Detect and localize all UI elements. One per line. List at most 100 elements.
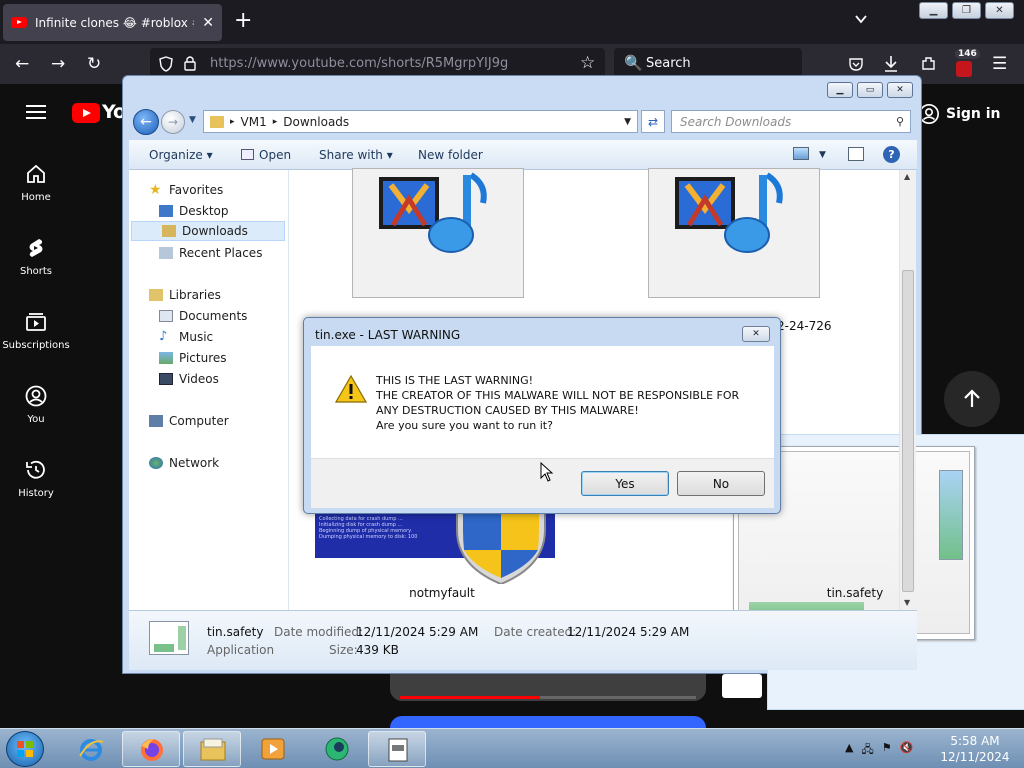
breadcrumb-downloads[interactable]: Downloads bbox=[283, 115, 349, 129]
scroll-up-icon[interactable]: ▲ bbox=[904, 172, 910, 181]
channel-thumbnail[interactable] bbox=[722, 674, 762, 698]
recent-pages-icon[interactable]: ▼ bbox=[189, 115, 196, 125]
browser-tab[interactable]: Infinite clones 😂 #roblox #roblox ✕ bbox=[3, 4, 222, 41]
nav-network[interactable]: Network bbox=[149, 453, 219, 473]
taskbar-app-green[interactable] bbox=[308, 731, 366, 767]
action-center-flag-icon[interactable]: ⚑ bbox=[882, 741, 892, 760]
nav-recent-places[interactable]: Recent Places bbox=[159, 243, 262, 263]
sidebar-label: Home bbox=[21, 192, 51, 203]
ublock-icon[interactable] bbox=[956, 61, 972, 77]
sidebar-item-history[interactable]: History bbox=[0, 458, 72, 499]
system-clock[interactable]: 5:58 AM 12/11/2024 bbox=[940, 733, 1010, 765]
open-button[interactable]: Open bbox=[241, 148, 291, 162]
explorer-search-input[interactable]: Search Downloads ⚲ bbox=[671, 110, 911, 133]
explorer-close-button[interactable]: ✕ bbox=[887, 82, 913, 98]
windows-taskbar: ▲ 🖧 ⚑ 🔇 5:58 AM 12/11/2024 bbox=[0, 728, 1024, 768]
explorer-address-bar[interactable]: ▸ VM1 ▸ Downloads ▼ bbox=[203, 110, 638, 133]
breadcrumb-separator-icon: ▸ bbox=[230, 116, 235, 127]
close-tab-icon[interactable]: ✕ bbox=[202, 15, 214, 31]
new-folder-button[interactable]: New folder bbox=[418, 148, 483, 162]
hamburger-menu-icon[interactable]: ☰ bbox=[992, 54, 1007, 74]
sidebar-item-home[interactable]: Home bbox=[0, 162, 72, 203]
nav-libraries[interactable]: Libraries bbox=[149, 285, 221, 305]
sidebar-label: Subscriptions bbox=[2, 340, 70, 351]
dialog-line-4: Are you sure you want to run it? bbox=[376, 419, 553, 432]
volume-muted-icon[interactable]: 🔇 bbox=[900, 741, 914, 760]
dialog-message: THIS IS THE LAST WARNING! THE CREATOR OF… bbox=[376, 373, 739, 433]
nav-music[interactable]: ♪ Music bbox=[159, 327, 213, 347]
explorer-minimize-button[interactable]: ▁ bbox=[827, 82, 853, 98]
list-all-tabs-icon[interactable] bbox=[854, 12, 868, 26]
extensions-puzzle-icon[interactable] bbox=[920, 55, 937, 72]
file-thumbnail-video[interactable] bbox=[352, 168, 524, 298]
sign-in-button[interactable]: Sign in bbox=[918, 98, 1018, 130]
start-button[interactable] bbox=[6, 731, 44, 767]
shield-icon[interactable] bbox=[158, 56, 174, 72]
share-with-button[interactable]: Share with ▾ bbox=[319, 148, 393, 162]
search-icon[interactable]: ⚲ bbox=[896, 115, 904, 128]
change-view-icon[interactable] bbox=[793, 147, 809, 160]
explorer-details-pane: tin.safety Application Date modified: 12… bbox=[129, 610, 917, 670]
url-text: https://www.youtube.com/shorts/R5MgrpYIJ… bbox=[210, 56, 509, 71]
network-tray-icon[interactable]: 🖧 bbox=[861, 741, 873, 760]
nav-computer[interactable]: Computer bbox=[149, 411, 229, 431]
nav-computer-label: Computer bbox=[169, 414, 229, 428]
scrollbar-thumb[interactable] bbox=[902, 270, 914, 592]
back-arrow-icon[interactable]: ← bbox=[15, 54, 29, 74]
folder-icon bbox=[210, 115, 224, 128]
yes-button[interactable]: Yes bbox=[581, 471, 669, 496]
documents-icon bbox=[159, 310, 173, 322]
warning-icon bbox=[335, 375, 367, 403]
previous-short-button[interactable] bbox=[944, 371, 1000, 427]
nav-documents[interactable]: Documents bbox=[159, 306, 247, 326]
nav-downloads[interactable]: Downloads bbox=[131, 221, 285, 241]
nav-pictures[interactable]: Pictures bbox=[159, 348, 227, 368]
explorer-maximize-button[interactable]: ▭ bbox=[857, 82, 883, 98]
application-window-icon bbox=[388, 738, 408, 762]
open-label: Open bbox=[259, 148, 292, 162]
nav-desktop[interactable]: Desktop bbox=[159, 201, 229, 221]
subscriptions-icon bbox=[26, 313, 46, 331]
explorer-vertical-scrollbar[interactable]: ▲ ▼ bbox=[899, 170, 916, 610]
pocket-icon[interactable] bbox=[848, 56, 864, 72]
explorer-back-button[interactable]: ← bbox=[133, 109, 159, 135]
no-button[interactable]: No bbox=[677, 471, 765, 496]
view-options-dropdown-icon[interactable]: ▼ bbox=[819, 150, 826, 160]
minimize-button[interactable]: ▁ bbox=[919, 2, 948, 19]
taskbar-internet-explorer[interactable] bbox=[62, 731, 120, 767]
taskbar-tin-exe[interactable] bbox=[368, 731, 426, 767]
youtube-logo-icon[interactable] bbox=[72, 103, 100, 123]
video-progress-remaining[interactable] bbox=[540, 696, 696, 699]
bookmark-star-icon[interactable]: ☆ bbox=[580, 53, 595, 73]
lock-icon[interactable] bbox=[183, 55, 197, 72]
new-tab-button[interactable]: + bbox=[234, 9, 252, 33]
scroll-down-icon[interactable]: ▼ bbox=[904, 598, 910, 607]
reload-icon[interactable]: ↻ bbox=[87, 54, 101, 74]
dialog-close-button[interactable]: ✕ bbox=[742, 326, 770, 342]
taskbar-firefox[interactable] bbox=[122, 731, 180, 767]
nav-videos[interactable]: Videos bbox=[159, 369, 219, 389]
sidebar-item-subscriptions[interactable]: Subscriptions bbox=[0, 310, 72, 351]
close-window-button[interactable]: ✕ bbox=[985, 2, 1014, 19]
forward-arrow-icon[interactable]: → bbox=[51, 54, 65, 74]
explorer-refresh-button[interactable]: ⇄ bbox=[641, 110, 665, 133]
network-icon bbox=[149, 457, 163, 469]
sidebar-item-shorts[interactable]: Shorts bbox=[0, 236, 72, 277]
preview-pane-icon[interactable] bbox=[848, 147, 864, 161]
address-dropdown-icon[interactable]: ▼ bbox=[624, 117, 631, 127]
video-progress-played[interactable] bbox=[400, 696, 540, 699]
help-icon[interactable]: ? bbox=[883, 146, 900, 163]
breadcrumb-vm1[interactable]: VM1 bbox=[241, 115, 267, 129]
organize-button[interactable]: Organize ▾ bbox=[149, 148, 213, 162]
taskbar-media-player[interactable] bbox=[244, 731, 302, 767]
explorer-forward-button[interactable]: → bbox=[161, 110, 185, 134]
nav-favorites[interactable]: ★ Favorites bbox=[149, 180, 223, 200]
taskbar-explorer[interactable] bbox=[183, 731, 241, 767]
sidebar-item-you[interactable]: You bbox=[0, 384, 72, 425]
file-thumbnail-video-2[interactable] bbox=[648, 168, 820, 298]
shorts-icon bbox=[29, 239, 43, 257]
youtube-menu-icon[interactable] bbox=[26, 105, 46, 119]
downloads-icon[interactable] bbox=[883, 55, 899, 73]
show-hidden-icons-icon[interactable]: ▲ bbox=[845, 741, 853, 760]
restore-button[interactable]: ❐ bbox=[952, 2, 981, 19]
